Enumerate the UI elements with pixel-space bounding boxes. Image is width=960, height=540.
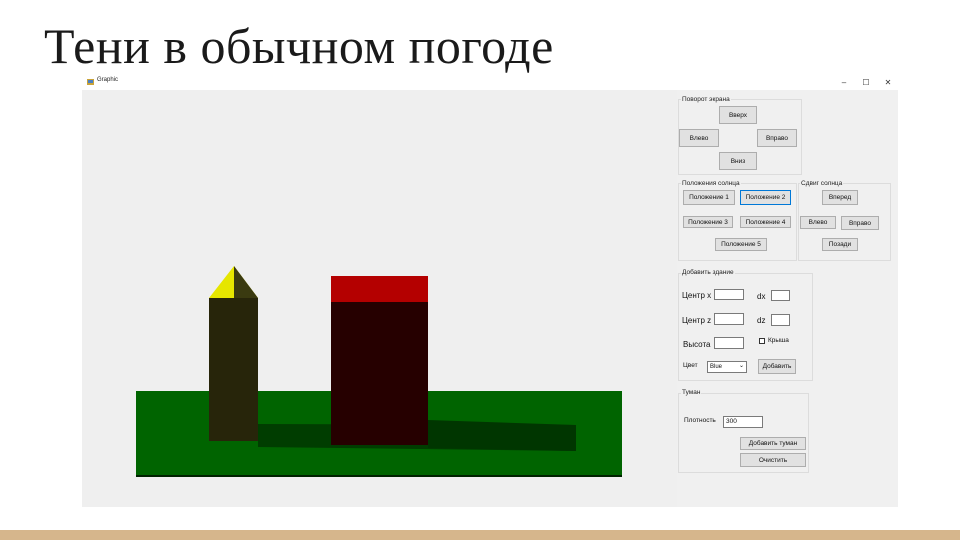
sun-left-button[interactable]: Влево (800, 216, 836, 229)
rotate-down-button[interactable]: Вниз (719, 152, 757, 170)
slide-title: Тени в обычном погоде (44, 18, 554, 74)
scene-viewport[interactable] (82, 90, 677, 507)
building2 (331, 302, 428, 445)
sun-position-2-button[interactable]: Положение 2 (740, 190, 791, 205)
maximize-button[interactable]: ☐ (856, 75, 876, 90)
sun-position-4-button[interactable]: Положение 4 (740, 216, 791, 228)
add-building-button[interactable]: Добавить (758, 359, 796, 374)
center-x-input[interactable] (714, 289, 744, 300)
center-x-label: Центр x (682, 291, 712, 300)
rotate-right-button[interactable]: Вправо (757, 129, 797, 147)
rotate-left-button[interactable]: Влево (679, 129, 719, 147)
color-label: Цвет (683, 362, 698, 369)
dz-input[interactable] (771, 314, 790, 326)
minimize-button[interactable]: – (834, 75, 854, 90)
fog-group-label: Туман (681, 389, 702, 397)
app-icon (87, 79, 94, 85)
clear-button[interactable]: Очистить (740, 453, 806, 467)
sun-position-5-button[interactable]: Положение 5 (715, 238, 767, 251)
roof-red (331, 276, 428, 302)
dz-label: dz (757, 316, 766, 325)
chevron-down-icon: ⌄ (738, 363, 744, 369)
add-fog-button[interactable]: Добавить туман (740, 437, 806, 450)
dx-label: dx (757, 292, 766, 301)
sun-position-3-button[interactable]: Положение 3 (683, 216, 733, 228)
scene-canvas (136, 266, 622, 477)
roof-label: Крыша (768, 337, 789, 344)
close-button[interactable]: ✕ (878, 75, 898, 90)
sun-forward-button[interactable]: Вперед (822, 190, 858, 205)
building2-shadow (428, 420, 576, 451)
sun-right-button[interactable]: Вправо (841, 216, 879, 230)
rotate-up-button[interactable]: Вверх (719, 106, 757, 124)
roof-checkbox[interactable] (759, 338, 765, 344)
sun-back-button[interactable]: Позади (822, 238, 858, 251)
color-select[interactable]: Blue ⌄ (707, 361, 747, 373)
density-label: Плотность (684, 417, 716, 424)
add-building-group-label: Добавить здание (681, 269, 735, 277)
ground-edge (136, 475, 622, 477)
center-z-input[interactable] (714, 313, 744, 325)
app-window: Graphic – ☐ ✕ Поворот экрана Вверх Влево… (82, 75, 898, 507)
color-select-value: Blue (710, 364, 723, 370)
control-panel: Поворот экрана Вверх Влево Вправо Вниз П… (677, 90, 898, 507)
sun-position-group-label: Положения солнца (681, 180, 741, 188)
window-title: Graphic (97, 77, 119, 83)
sun-shift-group-label: Сдвиг солнца (800, 180, 844, 188)
bottom-accent-bar (0, 530, 960, 540)
height-label: Высота (683, 340, 711, 349)
building1 (209, 298, 258, 441)
rotate-group-label: Поворот экрана (681, 96, 731, 104)
center-z-label: Центр z (682, 316, 712, 325)
sun-position-1-button[interactable]: Положение 1 (683, 190, 735, 205)
density-input[interactable]: 300 (723, 416, 763, 428)
window-titlebar: Graphic – ☐ ✕ (82, 75, 898, 90)
height-input[interactable] (714, 337, 744, 349)
pyramid-roof-side (234, 266, 258, 298)
dx-input[interactable] (771, 290, 790, 301)
